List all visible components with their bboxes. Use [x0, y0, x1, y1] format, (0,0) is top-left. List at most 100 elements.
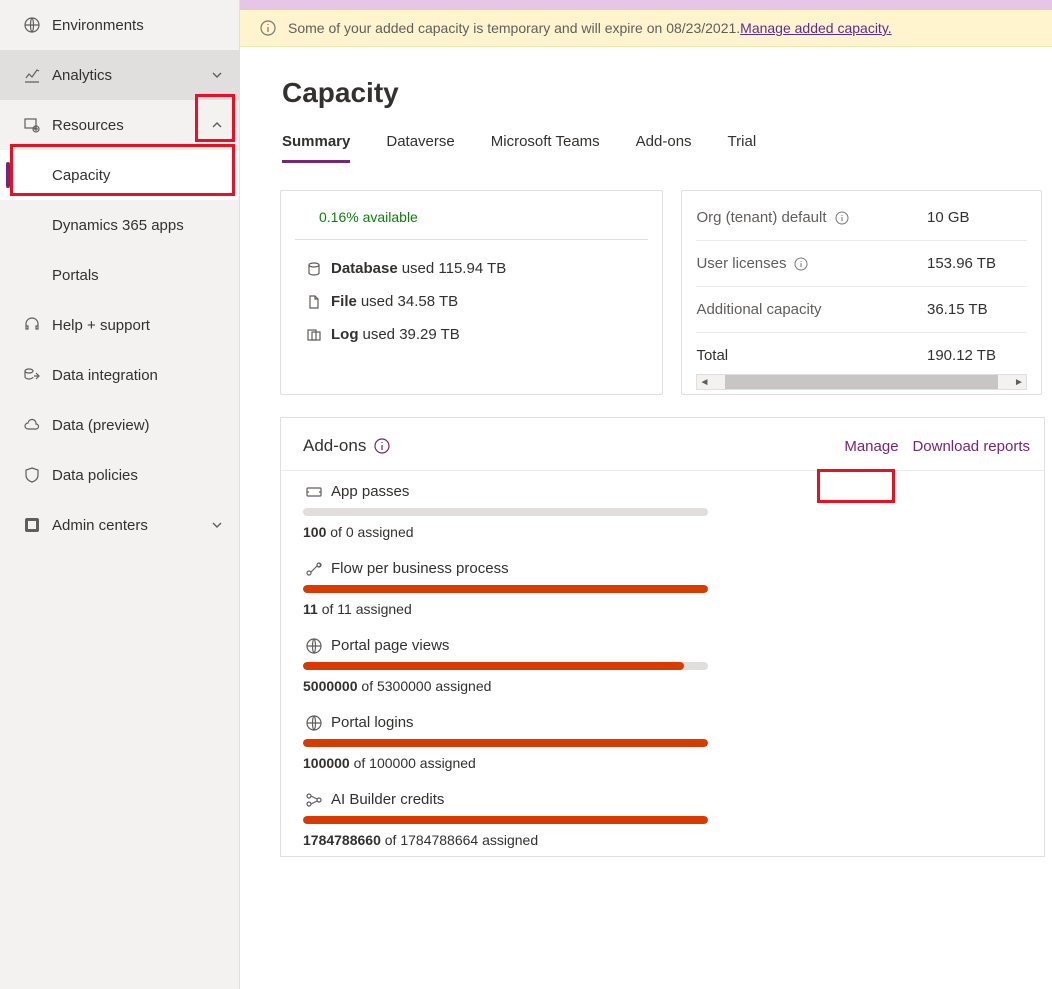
source-value: 10 GB [927, 209, 1027, 226]
banner-link[interactable]: Manage added capacity. [740, 20, 892, 36]
addons-card: Add-ons Manage Download reports App pass… [280, 417, 1045, 857]
pass-icon [303, 485, 325, 499]
nav-data-preview[interactable]: Data (preview) [0, 400, 239, 450]
nav-capacity[interactable]: Capacity [0, 150, 239, 200]
main-content: Some of your added capacity is temporary… [240, 0, 1052, 989]
nav-data-policies[interactable]: Data policies [0, 450, 239, 500]
addons-list: App passes 100 of 0 assigned Flow per busi… [281, 471, 1044, 856]
addons-header: Add-ons Manage Download reports [281, 418, 1044, 471]
addon-progress-bar [303, 585, 708, 593]
nav-environments[interactable]: Environments [0, 0, 239, 50]
storage-usage-card: 0.16% available Database used 115.94 TB … [280, 190, 663, 395]
addon-name: AI Builder credits [331, 791, 444, 808]
addon-item: Portal logins 100000 of 100000 assigned [281, 702, 1044, 779]
tab-dataverse[interactable]: Dataverse [386, 127, 454, 163]
tab-summary[interactable]: Summary [282, 127, 350, 163]
divider [295, 239, 648, 240]
source-value: 153.96 TB [927, 255, 1027, 272]
usage-label: Log [331, 326, 359, 343]
usage-file: File used 34.58 TB [295, 285, 648, 318]
addon-name: Portal logins [331, 714, 414, 731]
usage-label: Database [331, 260, 398, 277]
addon-progress-bar [303, 739, 708, 747]
tab-teams[interactable]: Microsoft Teams [491, 127, 600, 163]
banner-text: Some of your added capacity is temporary… [288, 20, 740, 36]
tabs: Summary Dataverse Microsoft Teams Add-on… [240, 127, 1052, 164]
addon-name: App passes [331, 483, 409, 500]
ai-icon [303, 793, 325, 807]
addon-name: Flow per business process [331, 560, 509, 577]
nav-admin-centers[interactable]: Admin centers [0, 500, 239, 550]
chart-line-icon [20, 67, 44, 83]
nav-label: Dynamics 365 apps [52, 217, 184, 234]
nav-label: Resources [52, 117, 207, 134]
addon-name: Portal page views [331, 637, 449, 654]
scroll-left-icon[interactable]: ◄ [697, 377, 711, 388]
database-icon [303, 262, 325, 276]
nav-label: Data policies [52, 467, 227, 484]
resources-icon [20, 117, 44, 133]
nav-data-integration[interactable]: Data integration [0, 350, 239, 400]
nav-label: Data (preview) [52, 417, 227, 434]
source-label: User licenses [696, 255, 786, 272]
source-label: Org (tenant) default [696, 209, 826, 226]
nav-label: Analytics [52, 67, 207, 84]
headset-icon [20, 317, 44, 333]
globe-icon [303, 715, 325, 731]
addon-status: 100 of 0 assigned [303, 524, 1030, 540]
source-org-default: Org (tenant) default 10 GB [696, 195, 1027, 241]
info-icon[interactable] [835, 211, 849, 225]
usage-value: used 39.29 TB [363, 326, 460, 343]
addon-status: 100000 of 100000 assigned [303, 755, 1030, 771]
nav-analytics[interactable]: Analytics [0, 50, 239, 100]
nav-help[interactable]: Help + support [0, 300, 239, 350]
nav-portals[interactable]: Portals [0, 250, 239, 300]
addon-progress-bar [303, 508, 708, 516]
nav-d365[interactable]: Dynamics 365 apps [0, 200, 239, 250]
addon-status: 11 of 11 assigned [303, 601, 1030, 617]
addons-title: Add-ons [303, 436, 366, 456]
usage-value: used 115.94 TB [402, 260, 507, 277]
globe-grid-icon [20, 17, 44, 33]
addon-progress-bar [303, 816, 708, 824]
addon-item: App passes 100 of 0 assigned [281, 471, 1044, 548]
admin-icon [20, 517, 44, 533]
info-icon[interactable] [794, 257, 808, 271]
download-reports-link[interactable]: Download reports [912, 438, 1030, 455]
addon-item: Flow per business process 11 of 11 assign… [281, 548, 1044, 625]
nav-label: Portals [52, 267, 99, 284]
shield-icon [20, 467, 44, 483]
usage-value: used 34.58 TB [361, 293, 458, 310]
addon-item: Portal page views5000000 of 5300000 assi… [281, 625, 1044, 702]
chevron-down-icon [207, 519, 227, 531]
info-banner: Some of your added capacity is temporary… [240, 10, 1052, 47]
source-value: 36.15 TB [927, 301, 1027, 318]
source-label: Total [696, 347, 728, 364]
addon-item: AI Builder credits 1784788660 of 17847886… [281, 779, 1044, 856]
chevron-up-icon [207, 119, 227, 131]
scroll-track[interactable] [725, 375, 998, 389]
manage-link[interactable]: Manage [844, 438, 898, 455]
info-icon [260, 20, 276, 36]
usage-log: Log used 39.29 TB [295, 318, 648, 351]
chevron-down-icon [207, 69, 227, 81]
tab-addons[interactable]: Add-ons [636, 127, 692, 163]
addon-status: 1784788660 of 1784788664 assigned [303, 832, 1030, 848]
info-icon[interactable] [374, 438, 390, 454]
tab-trial[interactable]: Trial [728, 127, 757, 163]
scroll-right-icon[interactable]: ► [1012, 377, 1026, 388]
globe-icon [303, 638, 325, 654]
nav-label: Data integration [52, 367, 227, 384]
capacity-sources-card: Org (tenant) default 10 GB User licenses… [681, 190, 1042, 395]
file-icon [303, 295, 325, 309]
nav-label: Environments [52, 17, 227, 34]
horizontal-scrollbar[interactable]: ◄ ► [696, 374, 1027, 390]
data-integration-icon [20, 367, 44, 383]
usage-database: Database used 115.94 TB [295, 252, 648, 285]
addon-progress-bar [303, 662, 708, 670]
source-value: 190.12 TB [927, 347, 1027, 364]
nav-resources[interactable]: Resources [0, 100, 239, 150]
source-additional: Additional capacity 36.15 TB [696, 287, 1027, 333]
usage-label: File [331, 293, 357, 310]
page-title: Capacity [240, 47, 1052, 127]
